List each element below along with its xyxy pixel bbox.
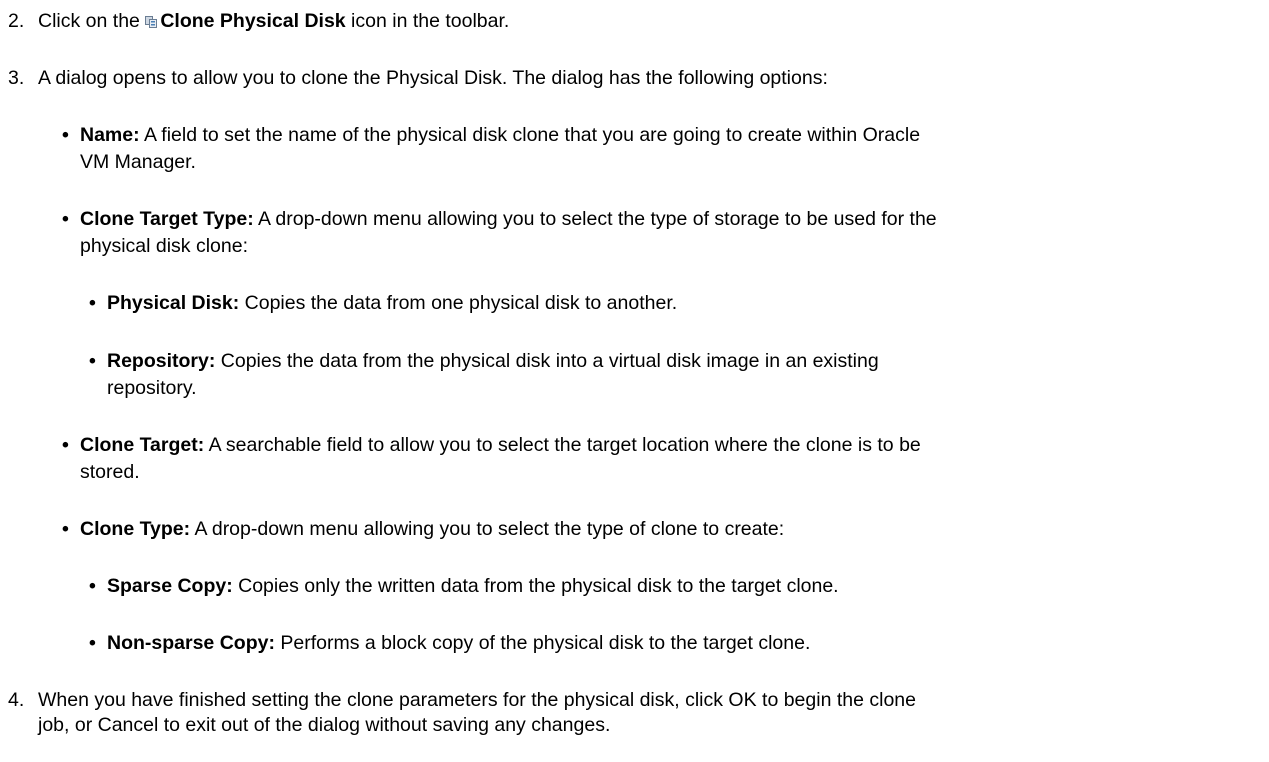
sub-option-sparse-copy: Sparse Copy: Copies only the written dat… (107, 574, 839, 598)
sub-bullet: • (89, 350, 96, 372)
option-desc: Copies the data from the physical disk i… (215, 350, 879, 372)
option-clone-type-line1: Clone Type: A drop-down menu allowing yo… (80, 517, 784, 541)
option-term: Sparse Copy: (107, 575, 233, 597)
option-desc: A drop-down menu allowing you to select … (190, 518, 785, 540)
step-number: 4. (8, 689, 25, 711)
option-term: Clone Target Type: (80, 208, 254, 230)
sub-option-physical-disk: Physical Disk: Copies the data from one … (107, 291, 677, 315)
option-term: Repository: (107, 350, 216, 372)
step-4-line1: When you have finished setting the clone… (38, 689, 916, 711)
option-desc: A field to set the name of the physical … (139, 124, 921, 146)
sub-option-repository-line2: repository. (107, 377, 197, 399)
option-name-line1: Name: A field to set the name of the phy… (80, 123, 920, 147)
step-2-suffix: icon in the toolbar. (345, 10, 510, 32)
clone-physical-disk-icon (145, 10, 158, 28)
bullet: • (62, 434, 69, 456)
sub-bullet: • (89, 575, 96, 597)
option-term: Name: (80, 124, 140, 146)
step-number: 2. (8, 10, 25, 32)
document-page: 2. Click on the Clone Physical Disk icon… (0, 0, 1269, 762)
option-desc: Copies the data from one physical disk t… (239, 292, 678, 314)
option-clone-target-type-line2: physical disk clone: (80, 235, 248, 257)
step-4-line2: job, or Cancel to exit out of the dialog… (38, 714, 611, 736)
option-clone-target-line1: Clone Target: A searchable field to allo… (80, 433, 921, 457)
option-desc: Copies only the written data from the ph… (232, 575, 839, 597)
step-2-prefix: Click on the (38, 10, 146, 32)
bullet: • (62, 518, 69, 540)
bullet: • (62, 124, 69, 146)
option-desc: Performs a block copy of the physical di… (274, 632, 811, 654)
sub-option-repository-line1: Repository: Copies the data from the phy… (107, 349, 879, 373)
sub-option-non-sparse-copy: Non-sparse Copy: Performs a block copy o… (107, 631, 810, 655)
option-clone-target-line2: stored. (80, 461, 140, 483)
option-desc: A drop-down menu allowing you to select … (253, 208, 937, 230)
option-term: Clone Target: (80, 434, 205, 456)
option-clone-target-type-line1: Clone Target Type: A drop-down menu allo… (80, 207, 937, 231)
step-number: 3. (8, 67, 25, 89)
option-term: Physical Disk: (107, 292, 240, 314)
option-desc: A searchable field to allow you to selec… (204, 434, 921, 456)
sub-bullet: • (89, 292, 96, 314)
option-name-line2: VM Manager. (80, 151, 196, 173)
option-term: Non-sparse Copy: (107, 632, 275, 654)
sub-bullet: • (89, 632, 96, 654)
step-3-text: A dialog opens to allow you to clone the… (38, 67, 828, 89)
step-2-text: Click on the Clone Physical Disk icon in… (38, 9, 509, 33)
step-2-bold: Clone Physical Disk (160, 10, 346, 32)
option-term: Clone Type: (80, 518, 191, 540)
bullet: • (62, 208, 69, 230)
